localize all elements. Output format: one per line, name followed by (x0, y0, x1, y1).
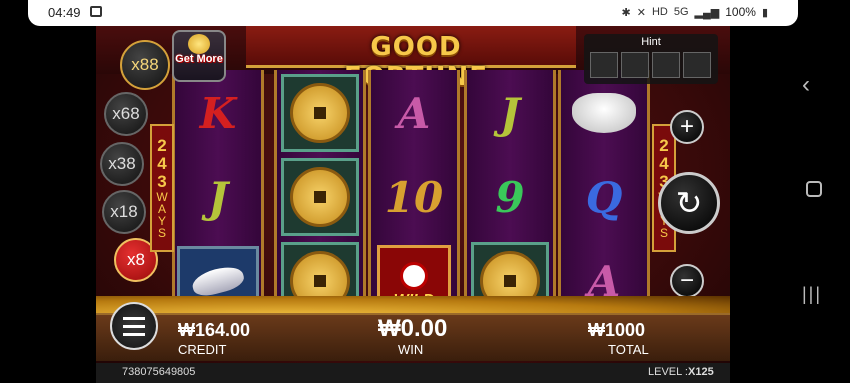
ways-banner-left: 243 WAYS (150, 124, 174, 252)
reel-2 (274, 70, 366, 325)
get-more-label: Get More (175, 53, 223, 65)
status-icons: ✱ ✕ HD 5G ▂▄▆ 100% ▮ (622, 5, 769, 19)
home-button[interactable] (806, 181, 822, 197)
hint-symbol-fan (652, 52, 680, 78)
reel-5: Q A (558, 70, 650, 325)
phone-screen: 04:49 ✱ ✕ HD 5G ▂▄▆ 100% ▮ ‹ ||| GOOD FO… (0, 0, 850, 383)
symbol-10: 10 (384, 172, 444, 222)
symbol-coin (277, 156, 363, 238)
symbol-coin (277, 72, 363, 154)
symbol-a: A (397, 88, 431, 138)
battery-percent: 100% (725, 5, 756, 19)
bluetooth-icon: ✱ (621, 6, 631, 19)
reel-3: A 10 WILD (368, 70, 460, 325)
hd-icon: HD (651, 6, 668, 18)
hint-label: Hint (641, 36, 661, 48)
symbol-j: J (500, 88, 520, 138)
navigation-bar: ‹ ||| (780, 26, 850, 383)
symbol-q: Q (585, 172, 623, 222)
gallery-icon (90, 6, 102, 17)
hint-symbol-ingot (590, 52, 618, 78)
level-label: LEVEL : (648, 366, 688, 378)
back-button[interactable]: ‹ (802, 71, 810, 99)
multiplier-x18: x18 (102, 190, 146, 234)
hint-symbol-token (683, 52, 711, 78)
symbol-k: K (199, 88, 237, 138)
level-value: X125 (688, 366, 714, 378)
coin-bag-icon (188, 34, 210, 54)
symbol-ingot (561, 72, 647, 154)
mute-icon: ✕ (636, 6, 646, 19)
network-icon: 5G (673, 6, 689, 18)
reel-1: K J (172, 70, 264, 325)
get-more-button[interactable]: Get More (172, 30, 226, 82)
footer-bar: 738075649805 LEVEL : X125 (96, 363, 730, 383)
total-value: ₩1000 (588, 320, 646, 340)
symbol-j: J (208, 172, 228, 222)
reel-4: J 9 (464, 70, 556, 325)
round-id: 738075649805 (122, 366, 196, 378)
status-time: 04:49 (48, 5, 81, 20)
credit-value: ₩164.00 (178, 320, 251, 340)
multiplier-x68: x68 (104, 92, 148, 136)
symbol-9: 9 (495, 172, 525, 222)
multiplier-x38: x38 (100, 142, 144, 186)
increase-bet-button[interactable]: + (670, 110, 704, 144)
menu-button[interactable] (110, 302, 158, 350)
credit-label: CREDIT (178, 342, 227, 357)
decrease-bet-button[interactable]: − (670, 264, 704, 298)
status-bar: 04:49 ✱ ✕ HD 5G ▂▄▆ 100% ▮ (28, 0, 798, 26)
hint-panel[interactable]: Hint (584, 34, 718, 84)
signal-icon: ▂▄▆ (694, 6, 720, 19)
hint-symbol-fish (621, 52, 649, 78)
win-value: ₩0.00 (378, 315, 448, 342)
battery-icon: ▮ (761, 6, 768, 19)
recent-apps-button[interactable]: ||| (802, 284, 822, 305)
spin-button[interactable]: ↻ (658, 172, 720, 234)
win-label: WIN (398, 342, 424, 357)
slot-game: GOOD FORTUNE K J A 10 WILD J 9 Q A (96, 26, 730, 383)
multiplier-x88: x88 (120, 40, 170, 90)
total-label: TOTAL (608, 342, 649, 357)
